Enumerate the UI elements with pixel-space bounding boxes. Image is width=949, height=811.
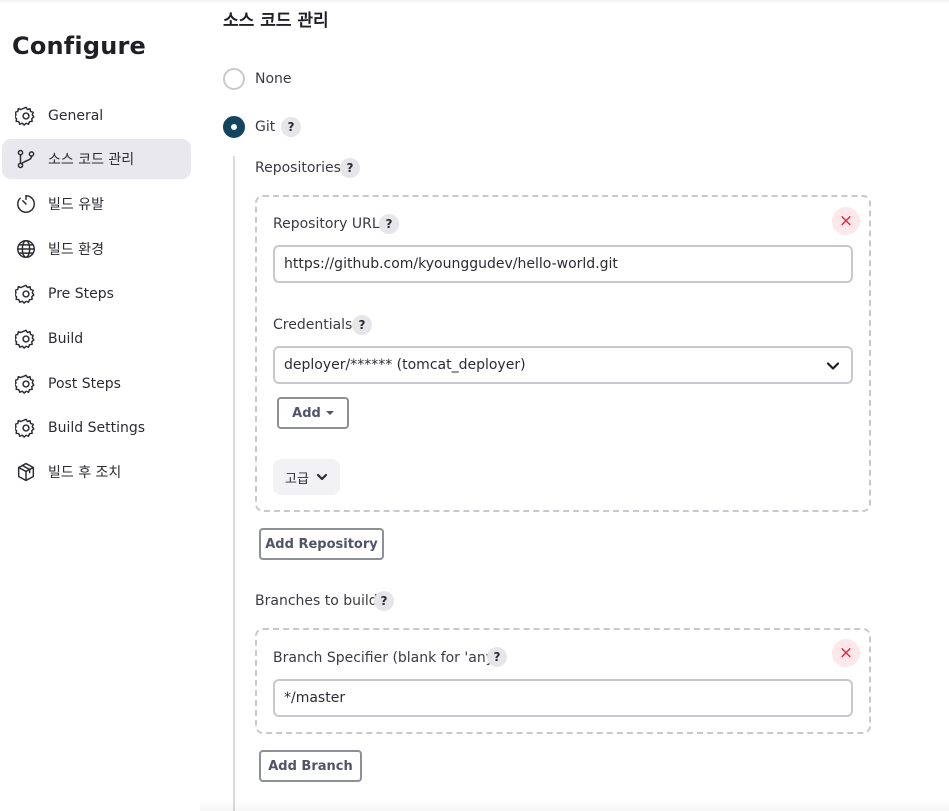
add-repository-label: Add Repository bbox=[265, 536, 378, 552]
sidebar: Configure General 소스 코드 관리 빌드 유발 빌드 환경 P… bbox=[0, 0, 200, 811]
repository-url-help-icon[interactable]: ? bbox=[379, 214, 399, 234]
sidebar-item-build-settings[interactable]: Build Settings bbox=[2, 408, 191, 448]
sidebar-item-post-steps[interactable]: Post Steps bbox=[2, 364, 191, 404]
sidebar-item-build[interactable]: Build bbox=[2, 319, 191, 359]
sidebar-item-label: General bbox=[48, 108, 104, 124]
credentials-select[interactable]: deployer/****** (tomcat_deployer) bbox=[273, 346, 853, 384]
sidebar-item-label: 빌드 환경 bbox=[48, 242, 104, 258]
repository-url-value: https://github.com/kyounggudev/hello-wor… bbox=[284, 256, 618, 272]
package-icon bbox=[14, 460, 38, 484]
globe-icon bbox=[14, 237, 38, 261]
advanced-button[interactable]: 고급 bbox=[273, 459, 340, 495]
add-credentials-button[interactable]: Add bbox=[277, 397, 349, 429]
repositories-help-icon[interactable]: ? bbox=[340, 158, 360, 178]
sidebar-item-label: 빌드 후 조치 bbox=[48, 465, 122, 481]
scm-none-radio[interactable] bbox=[223, 68, 245, 90]
gear-icon bbox=[14, 104, 38, 128]
configure-page: Configure General 소스 코드 관리 빌드 유발 빌드 환경 P… bbox=[0, 0, 949, 811]
branches-help-icon[interactable]: ? bbox=[374, 591, 394, 611]
sidebar-item-build-triggers[interactable]: 빌드 유발 bbox=[2, 184, 191, 224]
scm-none-label: None bbox=[255, 71, 292, 87]
repository-url-label: Repository URL bbox=[273, 216, 380, 232]
timer-icon bbox=[14, 192, 38, 216]
sidebar-item-label: Pre Steps bbox=[48, 286, 114, 302]
add-repository-button[interactable]: Add Repository bbox=[259, 528, 384, 560]
branch-box: × Branch Specifier (blank for 'any') ? *… bbox=[255, 628, 871, 734]
remove-branch-button[interactable]: × bbox=[832, 639, 860, 667]
gear-icon bbox=[14, 327, 38, 351]
bottom-fade bbox=[200, 801, 949, 811]
sidebar-item-label: 소스 코드 관리 bbox=[48, 152, 135, 168]
branch-specifier-value: */master bbox=[284, 690, 346, 706]
repositories-label: Repositories bbox=[255, 160, 341, 176]
sidebar-item-label: Build bbox=[48, 331, 84, 347]
section-title: 소스 코드 관리 bbox=[223, 11, 329, 31]
add-branch-button[interactable]: Add Branch bbox=[259, 750, 362, 782]
remove-repository-button[interactable]: × bbox=[832, 207, 860, 235]
caret-down-icon bbox=[325, 411, 334, 415]
page-title: Configure bbox=[12, 32, 147, 60]
credentials-help-icon[interactable]: ? bbox=[352, 315, 372, 335]
branch-specifier-help-icon[interactable]: ? bbox=[487, 647, 507, 667]
credentials-label: Credentials bbox=[273, 317, 353, 333]
gear-icon bbox=[14, 416, 38, 440]
scm-git-radio[interactable] bbox=[223, 116, 245, 138]
add-credentials-label: Add bbox=[292, 405, 321, 421]
sidebar-item-pre-steps[interactable]: Pre Steps bbox=[2, 274, 191, 314]
branch-icon bbox=[14, 147, 38, 171]
sidebar-item-build-environment[interactable]: 빌드 환경 bbox=[2, 229, 191, 269]
branches-to-build-label: Branches to build bbox=[255, 593, 378, 609]
sidebar-item-label: Build Settings bbox=[48, 420, 146, 436]
chevron-down-icon bbox=[825, 358, 841, 374]
gear-icon bbox=[14, 282, 38, 306]
scm-git-label: Git bbox=[255, 119, 276, 135]
git-section-indent-line bbox=[233, 156, 235, 811]
branch-specifier-input[interactable]: */master bbox=[273, 679, 853, 717]
sidebar-item-label: Post Steps bbox=[48, 376, 121, 392]
chevron-down-icon bbox=[316, 473, 328, 481]
repository-url-input[interactable]: https://github.com/kyounggudev/hello-wor… bbox=[273, 245, 853, 283]
credentials-selected-value: deployer/****** (tomcat_deployer) bbox=[284, 357, 526, 373]
sidebar-item-post-build-actions[interactable]: 빌드 후 조치 bbox=[2, 452, 191, 492]
repository-box: × Repository URL ? https://github.com/ky… bbox=[255, 195, 871, 512]
sidebar-item-general[interactable]: General bbox=[2, 96, 191, 136]
branch-specifier-label: Branch Specifier (blank for 'any') bbox=[273, 650, 504, 666]
sidebar-item-label: 빌드 유발 bbox=[48, 197, 104, 213]
advanced-label: 고급 bbox=[285, 471, 309, 487]
git-help-icon[interactable]: ? bbox=[281, 117, 301, 137]
sidebar-item-source-code-management[interactable]: 소스 코드 관리 bbox=[2, 139, 191, 179]
gear-icon bbox=[14, 372, 38, 396]
add-branch-label: Add Branch bbox=[268, 758, 353, 774]
